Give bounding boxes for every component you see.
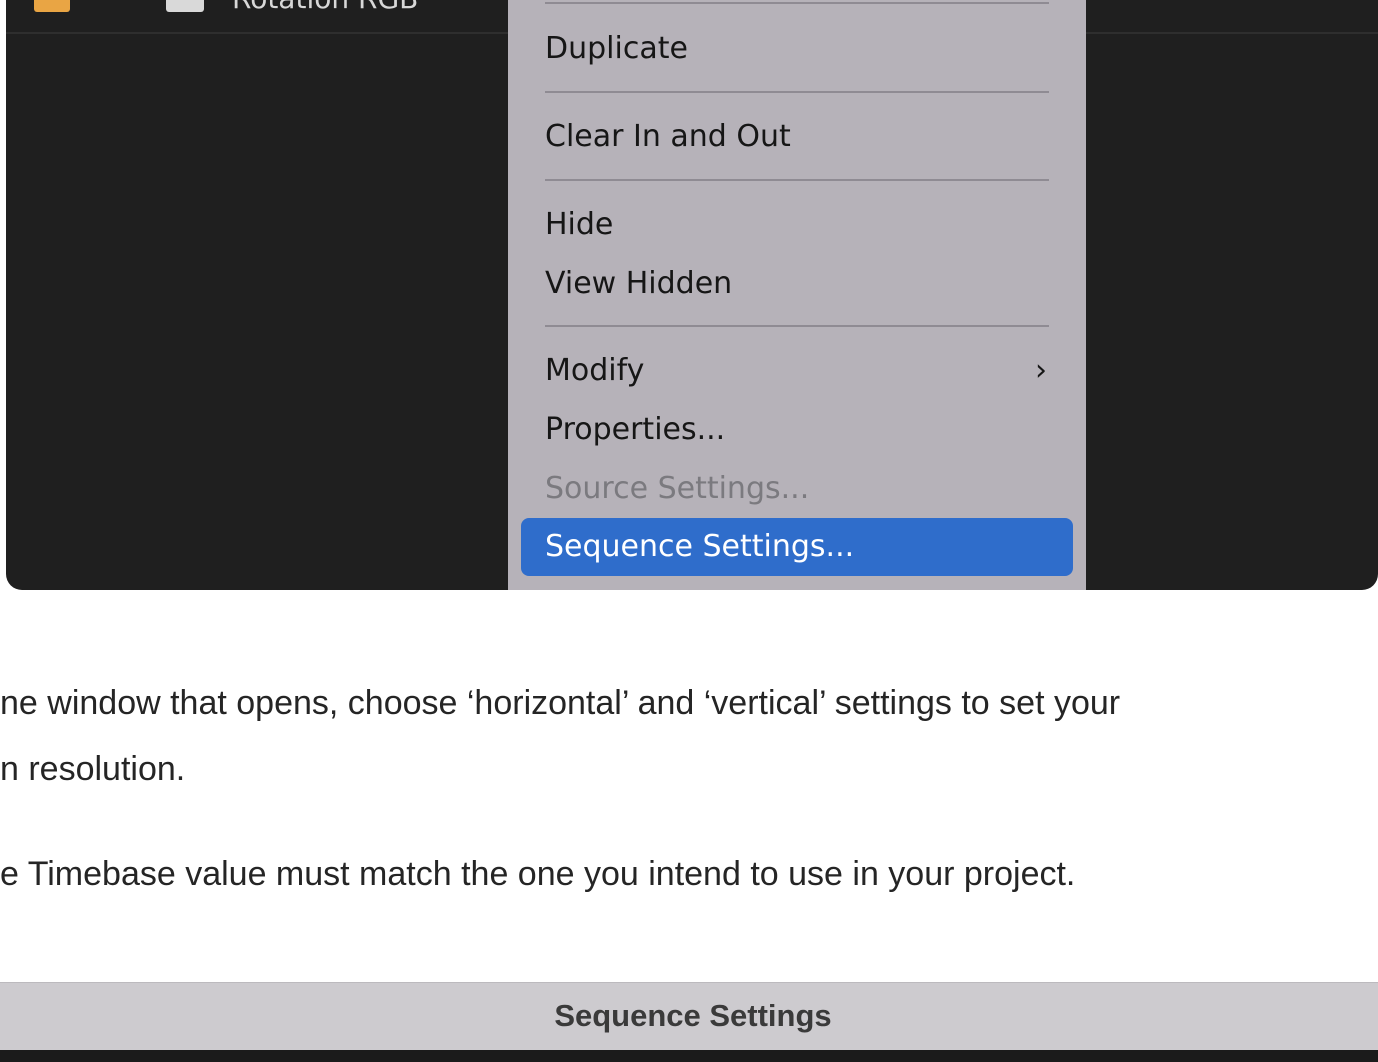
menu-item-label: Duplicate bbox=[545, 31, 688, 66]
menu-separator bbox=[545, 325, 1049, 327]
menu-item-view-hidden[interactable]: View Hidden bbox=[521, 255, 1073, 313]
article-line: ne window that opens, choose ‘horizontal… bbox=[0, 684, 1121, 722]
menu-item-label: Source Settings... bbox=[545, 471, 810, 506]
dialog-titlebar[interactable]: Sequence Settings bbox=[0, 982, 1378, 1051]
sequence-icon bbox=[166, 0, 204, 12]
menu-item-duplicate[interactable]: Duplicate bbox=[521, 20, 1073, 78]
article-line: e Timebase value must match the one you … bbox=[0, 855, 1076, 893]
menu-item-source-settings: Source Settings... bbox=[521, 460, 1073, 518]
menu-item-modify[interactable]: Modify › bbox=[521, 342, 1073, 400]
context-menu: Duplicate Clear In and Out Hide View Hid… bbox=[508, 0, 1086, 590]
menu-item-label: Modify bbox=[545, 353, 645, 388]
menu-separator bbox=[545, 91, 1049, 93]
project-item-name: Rotation RGB bbox=[232, 0, 418, 16]
dialog-body bbox=[0, 1050, 1378, 1062]
label-color-swatch bbox=[34, 0, 70, 12]
menu-item-properties[interactable]: Properties... bbox=[521, 401, 1073, 459]
menu-item-label: Sequence Settings... bbox=[545, 529, 855, 564]
menu-item-clear-in-and-out[interactable]: Clear In and Out bbox=[521, 108, 1073, 166]
disclosure-triangle-icon[interactable]: › bbox=[114, 0, 124, 8]
menu-item-label: Clear In and Out bbox=[545, 119, 791, 154]
menu-separator bbox=[545, 179, 1049, 181]
menu-separator bbox=[545, 2, 1049, 4]
dialog-title: Sequence Settings bbox=[554, 998, 832, 1033]
menu-item-label: Properties... bbox=[545, 412, 726, 447]
menu-item-label: Hide bbox=[545, 207, 614, 242]
article-line: n resolution. bbox=[0, 750, 186, 788]
menu-item-label: View Hidden bbox=[545, 266, 733, 301]
chevron-right-icon: › bbox=[1035, 353, 1047, 388]
menu-item-sequence-settings[interactable]: Sequence Settings... bbox=[521, 518, 1073, 576]
menu-item-hide[interactable]: Hide bbox=[521, 196, 1073, 254]
